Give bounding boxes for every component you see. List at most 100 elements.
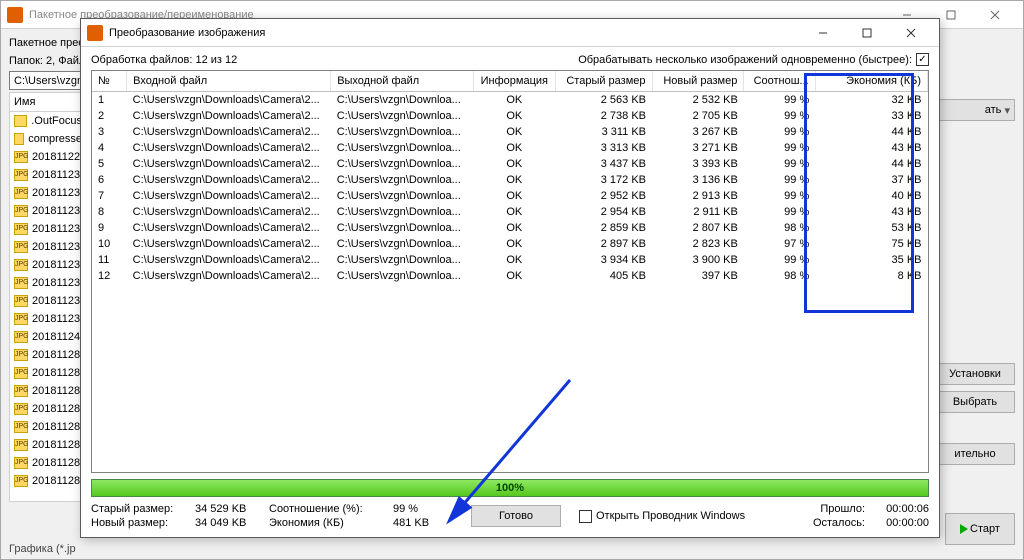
- list-item[interactable]: .OutFocus: [10, 112, 86, 130]
- jpg-file-icon: JPG: [14, 277, 28, 289]
- window-controls: [801, 19, 933, 47]
- table-row[interactable]: 2C:\Users\vzgn\Downloads\Camera\2...C:\U…: [92, 108, 928, 124]
- advanced-button[interactable]: ительно: [935, 443, 1015, 465]
- list-item[interactable]: JPG 20181128: [10, 382, 86, 400]
- file-name: 20181128: [32, 385, 80, 397]
- column-header[interactable]: Информация: [474, 71, 556, 92]
- done-button[interactable]: Готово: [471, 505, 561, 527]
- ratio-label: Соотношение (%):: [269, 503, 389, 515]
- jpg-file-icon: JPG: [14, 151, 28, 163]
- jpg-file-icon: JPG: [14, 439, 28, 451]
- list-item[interactable]: JPG20181123: [10, 220, 86, 238]
- list-item[interactable]: JPG20181128: [10, 400, 86, 418]
- list-item[interactable]: JPG20181123: [10, 184, 86, 202]
- dialog-topbar: Обработка файлов: 12 из 12 Обрабатывать …: [91, 53, 929, 66]
- list-item[interactable]: JPG20181123: [10, 310, 86, 328]
- ratio-value: 99 %: [393, 503, 453, 515]
- column-header[interactable]: Входной файл: [127, 71, 331, 92]
- table-row[interactable]: 5C:\Users\vzgn\Downloads\Camera\2...C:\U…: [92, 156, 928, 172]
- old-size-value: 34 529 KB: [195, 503, 265, 515]
- jpg-file-icon: JPG: [14, 223, 28, 235]
- jpg-file-icon: JPG: [14, 259, 28, 271]
- table-row[interactable]: 4C:\Users\vzgn\Downloads\Camera\2...C:\U…: [92, 140, 928, 156]
- app-icon: [7, 7, 23, 23]
- new-size-value: 34 049 KB: [195, 517, 265, 529]
- folder-icon: [14, 133, 24, 145]
- list-item[interactable]: JPG20181123: [10, 238, 86, 256]
- list-item[interactable]: JPG 20181122: [10, 148, 86, 166]
- parallel-option[interactable]: Обрабатывать несколько изображений однов…: [578, 53, 929, 66]
- close-button[interactable]: [889, 19, 933, 47]
- dialog-title: Преобразование изображения: [109, 27, 801, 39]
- dialog-titlebar: Преобразование изображения: [81, 19, 939, 47]
- table-row[interactable]: 9C:\Users\vzgn\Downloads\Camera\2...C:\U…: [92, 220, 928, 236]
- list-item[interactable]: compresse: [10, 130, 86, 148]
- jpg-file-icon: JPG: [14, 205, 28, 217]
- file-name: 20181123: [32, 295, 80, 307]
- column-header[interactable]: Старый размер: [555, 71, 652, 92]
- minimize-button[interactable]: [801, 19, 845, 47]
- list-item[interactable]: JPG20181128: [10, 454, 86, 472]
- column-header[interactable]: №: [92, 71, 127, 92]
- file-name: 20181123: [32, 169, 80, 181]
- column-header[interactable]: Соотнош...: [744, 71, 815, 92]
- list-item[interactable]: JPG20181124: [10, 328, 86, 346]
- list-item[interactable]: JPG20181123: [10, 292, 86, 310]
- file-name: 20181128: [32, 403, 80, 415]
- column-header[interactable]: Новый размер: [652, 71, 744, 92]
- table-row[interactable]: 7C:\Users\vzgn\Downloads\Camera\2...C:\U…: [92, 188, 928, 204]
- table-row[interactable]: 8C:\Users\vzgn\Downloads\Camera\2...C:\U…: [92, 204, 928, 220]
- jpg-file-icon: JPG: [14, 313, 28, 325]
- table-row[interactable]: 6C:\Users\vzgn\Downloads\Camera\2...C:\U…: [92, 172, 928, 188]
- file-name: 20181123: [32, 259, 80, 271]
- file-name: 20181128: [32, 439, 80, 451]
- file-list[interactable]: .OutFocuscompresseJPG20181122JPG20181123…: [9, 112, 87, 502]
- results-grid[interactable]: №Входной файлВыходной файлИнформацияСтар…: [91, 70, 929, 473]
- list-item[interactable]: JPG20181123: [10, 166, 86, 184]
- file-name: 20181128: [32, 457, 80, 469]
- stats-grid: Старый размер: 34 529 KB Соотношение (%)…: [91, 503, 453, 529]
- list-item[interactable]: JPG20181128: [10, 364, 86, 382]
- list-item[interactable]: JPG 20181128: [10, 436, 86, 454]
- filelist-header[interactable]: Имя: [9, 92, 87, 112]
- column-header[interactable]: Экономия (КБ): [815, 71, 927, 92]
- dialog-bottom: Старый размер: 34 529 KB Соотношение (%)…: [91, 503, 929, 529]
- list-item[interactable]: JPG20181128: [10, 472, 86, 490]
- progress-bar: 100%: [91, 479, 929, 497]
- choose-button[interactable]: Выбрать: [935, 391, 1015, 413]
- column-header[interactable]: Выходной файл: [331, 71, 474, 92]
- settings-button[interactable]: Установки: [935, 363, 1015, 385]
- file-name: compresse: [28, 133, 82, 145]
- close-button[interactable]: [973, 1, 1017, 29]
- start-button[interactable]: Старт: [945, 513, 1015, 545]
- table-row[interactable]: 12C:\Users\vzgn\Downloads\Camera\2...C:\…: [92, 268, 928, 284]
- table-row[interactable]: 3C:\Users\vzgn\Downloads\Camera\2...C:\U…: [92, 124, 928, 140]
- folder-icon: [14, 115, 27, 127]
- parallel-checkbox[interactable]: [916, 53, 929, 66]
- open-explorer-label: Открыть Проводник Windows: [596, 510, 745, 522]
- list-item[interactable]: JPG20181123: [10, 202, 86, 220]
- progress-dialog: Преобразование изображения Обработка фай…: [80, 18, 940, 538]
- open-explorer-option[interactable]: Открыть Проводник Windows: [579, 510, 745, 523]
- open-explorer-checkbox[interactable]: [579, 510, 592, 523]
- table-row[interactable]: 11C:\Users\vzgn\Downloads\Camera\2...C:\…: [92, 252, 928, 268]
- list-item[interactable]: JPG20181123: [10, 274, 86, 292]
- list-item[interactable]: JPG20181128: [10, 418, 86, 436]
- old-size-label: Старый размер:: [91, 503, 191, 515]
- file-name: 20181128: [32, 421, 80, 433]
- jpg-file-icon: JPG: [14, 385, 28, 397]
- maximize-button[interactable]: [845, 19, 889, 47]
- files-progress-label: Обработка файлов: 12 из 12: [91, 54, 237, 66]
- list-item[interactable]: JPG 20181123: [10, 256, 86, 274]
- chevron-down-icon: [1004, 104, 1010, 117]
- play-icon: [960, 524, 968, 534]
- table-row[interactable]: 1C:\Users\vzgn\Downloads\Camera\2...C:\U…: [92, 92, 928, 109]
- list-item[interactable]: JPG20181128: [10, 346, 86, 364]
- file-name: 20181122: [32, 151, 80, 163]
- app-icon: [87, 25, 103, 41]
- remaining-label: Осталось:: [795, 517, 865, 529]
- jpg-file-icon: JPG: [14, 475, 28, 487]
- format-combo[interactable]: ать: [935, 99, 1015, 121]
- table-row[interactable]: 10C:\Users\vzgn\Downloads\Camera\2...C:\…: [92, 236, 928, 252]
- jpg-file-icon: JPG: [14, 331, 28, 343]
